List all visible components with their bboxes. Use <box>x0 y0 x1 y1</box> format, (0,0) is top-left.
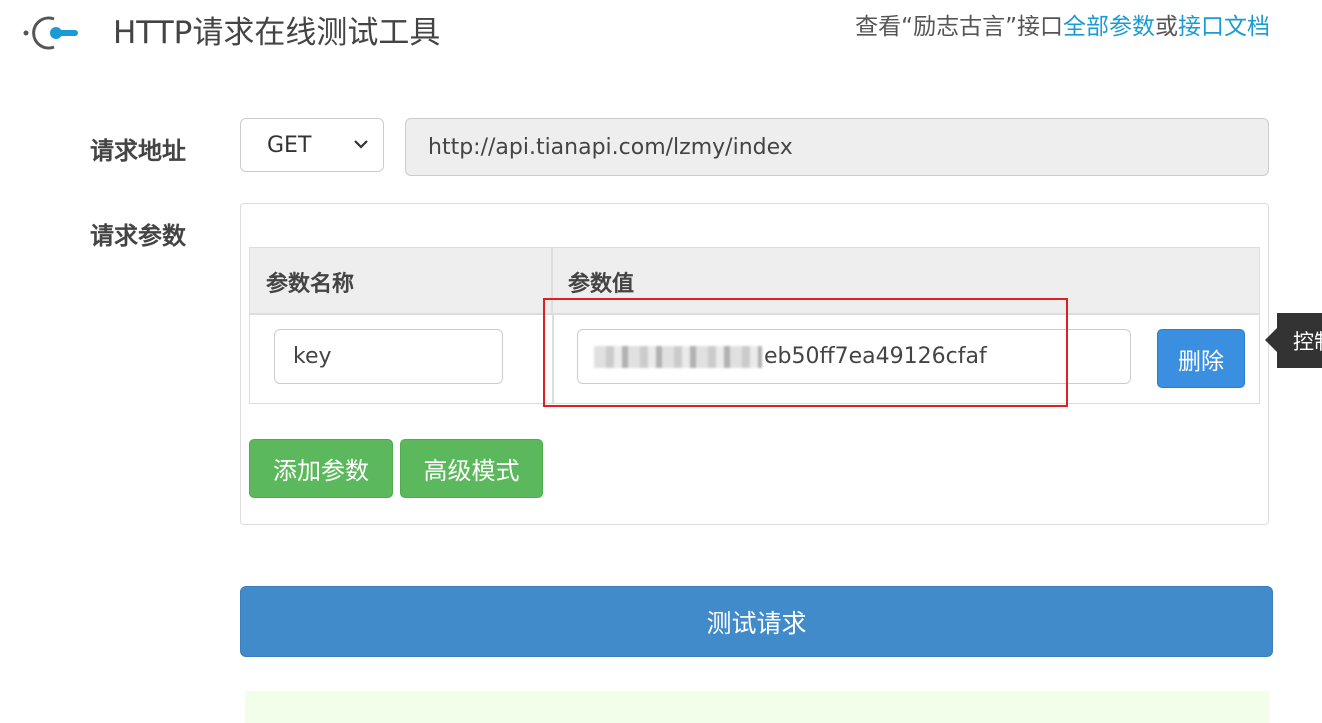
api-docs-link[interactable]: 接口文档 <box>1178 14 1270 40</box>
all-params-link[interactable]: 全部参数 <box>1063 14 1155 40</box>
chevron-down-icon <box>354 140 368 149</box>
plug-icon <box>22 12 82 54</box>
request-address-label: 请求地址 <box>90 137 186 165</box>
links-prefix: 查看“励志古言”接口 <box>855 14 1063 40</box>
links-or: 或 <box>1155 14 1178 40</box>
tooltip: 控制 <box>1277 313 1322 368</box>
tooltip-arrow <box>1265 328 1277 352</box>
result-area <box>245 691 1269 723</box>
advanced-mode-button[interactable]: 高级模式 <box>400 439 543 498</box>
test-request-button[interactable]: 测试请求 <box>240 586 1273 657</box>
url-input[interactable]: http://api.tianapi.com/lzmy/index <box>405 118 1269 176</box>
app-title: HTTP请求在线测试工具 <box>113 15 441 51</box>
method-value: GET <box>267 132 312 158</box>
col-header-name: 参数名称 <box>250 248 553 315</box>
request-params-label: 请求参数 <box>90 222 186 250</box>
highlight-annotation <box>543 298 1068 407</box>
header-links: 查看“励志古言”接口全部参数或接口文档 <box>855 10 1270 44</box>
method-select[interactable]: GET <box>240 118 384 172</box>
delete-param-button[interactable]: 删除 <box>1157 329 1245 388</box>
add-param-button[interactable]: 添加参数 <box>249 439 393 498</box>
param-name-input[interactable]: key <box>274 329 503 384</box>
